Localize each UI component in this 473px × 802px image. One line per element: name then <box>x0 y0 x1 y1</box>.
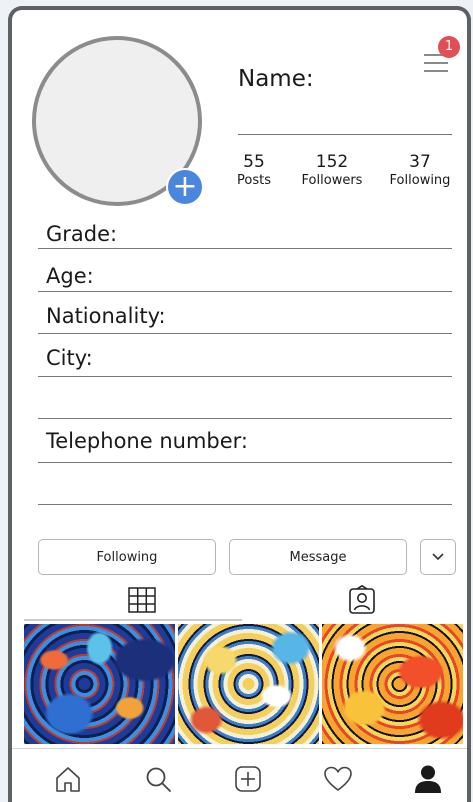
posts-label: Posts <box>237 173 271 188</box>
nationality-label: Nationality: <box>46 304 166 328</box>
nav-profile[interactable] <box>412 763 444 795</box>
name-label: Name: <box>238 66 314 92</box>
followers-count: 152 <box>315 152 349 172</box>
message-button-label: Message <box>289 549 347 565</box>
followers-label: Followers <box>301 173 363 188</box>
grade-label: Grade: <box>46 222 118 246</box>
tagged-person-icon <box>349 585 375 614</box>
blank-field-line-1[interactable] <box>38 418 452 419</box>
following-count: 37 <box>409 152 431 172</box>
telephone-label: Telephone number: <box>46 429 248 453</box>
nav-activity[interactable] <box>322 763 354 795</box>
photo-thumbnail[interactable] <box>322 624 463 744</box>
following-button-label: Following <box>96 549 158 565</box>
add-icon <box>235 766 261 792</box>
avatar-container: + <box>32 36 210 214</box>
tab-grid[interactable] <box>128 587 156 613</box>
active-tab-indicator <box>24 619 242 621</box>
following-label: Following <box>389 173 451 188</box>
photo-thumbnail[interactable] <box>178 624 319 744</box>
posts-count: 55 <box>243 152 265 172</box>
phone-frame: + 1 Name: 55 Posts 152 Followers 37 Foll… <box>8 6 471 802</box>
profile-icon <box>415 765 441 793</box>
more-options-button[interactable] <box>420 539 456 575</box>
telephone-field-line[interactable] <box>38 462 452 463</box>
home-icon <box>56 767 80 792</box>
notification-badge: 1 <box>438 36 460 58</box>
nav-add[interactable] <box>232 763 264 795</box>
city-label: City: <box>46 346 93 370</box>
menu-button[interactable]: 1 <box>420 36 460 76</box>
bottom-nav <box>12 748 467 802</box>
following-button[interactable]: Following <box>38 539 216 575</box>
heart-icon <box>324 766 352 791</box>
tab-tagged[interactable] <box>348 585 376 615</box>
age-field-line[interactable] <box>38 291 452 292</box>
nav-home[interactable] <box>52 763 84 795</box>
message-button[interactable]: Message <box>229 539 407 575</box>
add-photo-button[interactable]: + <box>166 168 204 206</box>
city-field-line[interactable] <box>38 376 452 377</box>
photo-thumbnail[interactable] <box>24 624 175 744</box>
plus-icon: + <box>172 169 198 204</box>
stat-followers[interactable]: 152 Followers <box>296 152 368 190</box>
chevron-down-icon <box>432 553 444 561</box>
name-field-line[interactable] <box>238 134 452 135</box>
grid-icon <box>128 587 156 613</box>
search-icon <box>146 767 171 792</box>
age-label: Age: <box>46 264 94 288</box>
grade-field-line[interactable] <box>38 248 452 249</box>
nationality-field-line[interactable] <box>38 333 452 334</box>
blank-field-line-2[interactable] <box>38 504 452 505</box>
nav-search[interactable] <box>142 763 174 795</box>
stat-following[interactable]: 37 Following <box>384 152 456 190</box>
stat-posts[interactable]: 55 Posts <box>229 152 279 190</box>
